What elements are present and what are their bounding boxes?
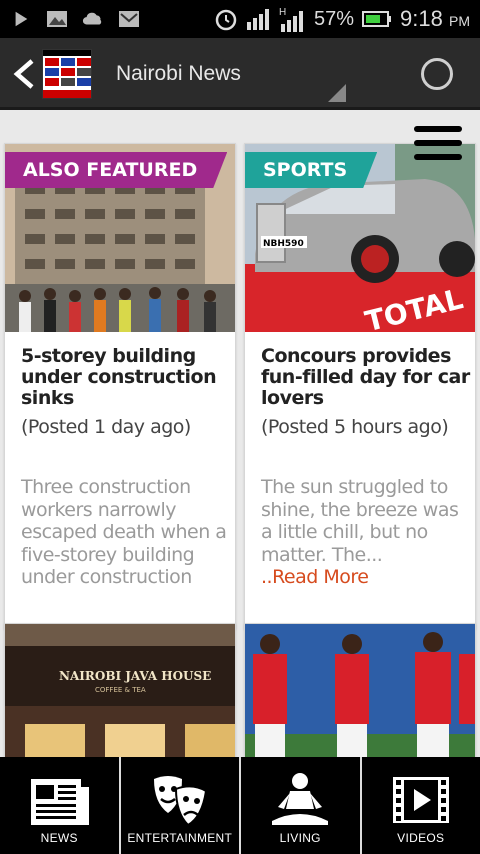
refresh-icon[interactable] [421,58,453,90]
article-title[interactable]: 5-storey building under construction sin… [21,346,231,409]
article-excerpt: The sun struggled to shine, the breeze w… [261,476,459,588]
film-play-icon [392,777,449,823]
newspaper-icon [31,779,90,825]
bottom-nav: NEWS ENTERTAINMENT LIVING VIDEOS [0,757,480,854]
svg-text:COFFEE & TEA: COFFEE & TEA [95,686,146,694]
meditation-icon [272,773,329,825]
posted-time: (Posted 5 hours ago) [261,416,449,438]
nav-news[interactable]: NEWS [0,757,121,854]
mail-icon [119,11,139,27]
article-card[interactable]: ALSO FEATURED 5-storey building under co… [4,143,236,629]
cloud-icon [82,12,102,25]
image-icon [47,11,67,27]
nav-videos[interactable]: VIDEOS [362,757,480,854]
svg-text:NBH590: NBH590 [263,239,304,249]
article-image [245,624,475,757]
status-bar: H 57% 9:18 PM [0,0,480,38]
article-grid[interactable]: ALSO FEATURED 5-storey building under co… [0,113,480,757]
article-card[interactable]: TOTAL NBH590 SPORTS Concours provides fu… [244,143,476,629]
app-bar: Nairobi News [0,38,480,110]
hamburger-menu-icon[interactable] [414,126,462,170]
article-card[interactable]: NAIROBI JAVA HOUSE COFFEE & TEA [4,623,236,757]
nav-label: LIVING [279,831,321,845]
posted-time: (Posted 1 day ago) [21,416,191,438]
alarm-icon [215,9,237,31]
dropdown-indicator-icon[interactable] [328,84,346,102]
signal-icon [247,9,270,30]
play-icon [15,11,28,27]
article-excerpt: Three construction workers narrowly esca… [21,476,227,588]
battery-percent: 57% [314,7,355,30]
page-title: Nairobi News [116,62,241,85]
nav-living[interactable]: LIVING [241,757,362,854]
kenya-newspapers-logo [43,50,91,98]
article-title[interactable]: Concours provides fun-filled day for car… [261,346,471,409]
svg-text:H: H [279,7,286,18]
signal-h-icon: H [279,7,304,32]
category-badge: SPORTS [245,152,377,188]
nav-label: NEWS [40,831,78,845]
back-arrow-icon[interactable] [12,58,36,90]
clock: 9:18 PM [400,6,470,31]
article-image: NAIROBI JAVA HOUSE COFFEE & TEA [5,624,235,757]
article-card[interactable] [244,623,476,757]
svg-text:NAIROBI JAVA HOUSE: NAIROBI JAVA HOUSE [59,669,211,683]
read-more-link[interactable]: ..Read More [261,566,369,588]
nav-label: ENTERTAINMENT [127,831,233,845]
nav-entertainment[interactable]: ENTERTAINMENT [121,757,241,854]
battery-icon [362,11,392,27]
category-badge: ALSO FEATURED [5,152,227,188]
nav-label: VIDEOS [397,831,445,845]
app-logo[interactable] [42,49,92,99]
theater-masks-icon [153,776,207,827]
